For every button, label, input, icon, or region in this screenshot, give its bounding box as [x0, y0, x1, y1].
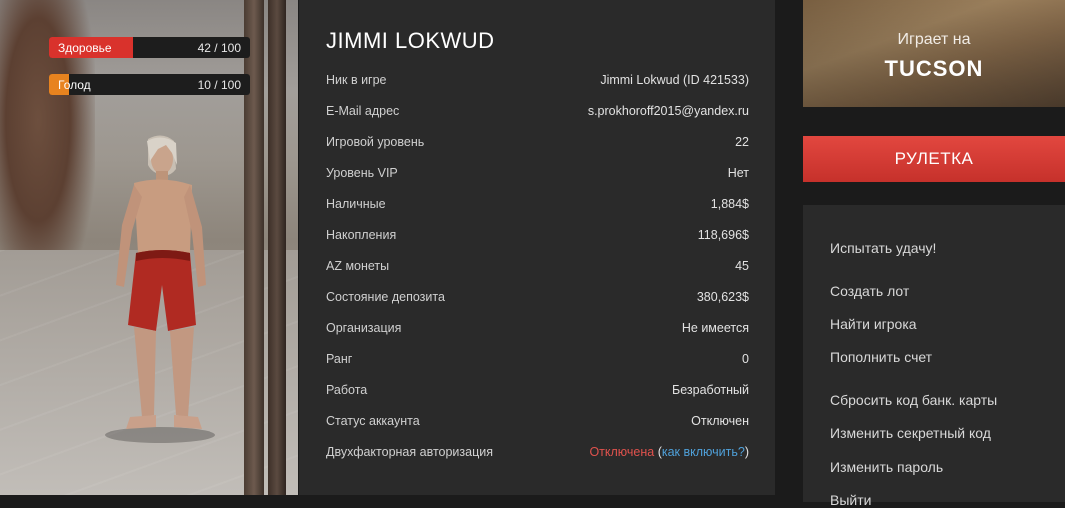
profile-row: Статус аккаунта Отключен	[326, 414, 749, 434]
row-label: Уровень VIP	[326, 166, 398, 180]
profile-row: Состояние депозита 380,623$	[326, 290, 749, 310]
row-value: Не имеется	[681, 321, 749, 335]
row-value: s.prokhoroff2015@yandex.ru	[587, 104, 749, 118]
menu-item-find-player[interactable]: Найти игрока	[830, 316, 917, 332]
roulette-button[interactable]: РУЛЕТКА	[803, 136, 1065, 182]
menu-item-logout[interactable]: Выйти	[830, 492, 871, 508]
twofa-status: Отключена	[589, 445, 655, 459]
account-menu: Испытать удачу! Создать лот Найти игрока…	[803, 205, 1065, 508]
row-label: Двухфакторная авторизация	[326, 445, 494, 459]
row-label: Наличные	[326, 197, 386, 211]
hunger-bar: Голод 10 / 100	[49, 74, 250, 95]
menu-item-create-lot[interactable]: Создать лот	[830, 283, 909, 299]
paren-open: (	[654, 445, 662, 459]
row-label: Работа	[326, 383, 368, 397]
profile-row: Наличные 1,884$	[326, 197, 749, 217]
character-preview: Здоровье 42 / 100 Голод 10 / 100	[0, 0, 298, 500]
row-label: AZ монеты	[326, 259, 390, 273]
health-label: Здоровье	[58, 41, 112, 55]
profile-row: Накопления 118,696$	[326, 228, 749, 248]
profile-row: Уровень VIP Нет	[326, 166, 749, 186]
row-value: 380,623$	[696, 290, 749, 304]
twofa-value: Отключена (как включить?)	[589, 445, 749, 465]
row-label: Состояние депозита	[326, 290, 445, 304]
row-label: Ник в игре	[326, 73, 387, 87]
row-value: 22	[735, 135, 749, 149]
row-label: Игровой уровень	[326, 135, 425, 149]
menu-item-change-secret-code[interactable]: Изменить секретный код	[830, 425, 991, 441]
menu-item-try-luck[interactable]: Испытать удачу!	[830, 240, 936, 256]
profile-panel: JIMMI LOKWUD Ник в игре Jimmi Lokwud (ID…	[299, 0, 775, 495]
panel-bottom-gap	[0, 495, 776, 502]
paren-close: )	[744, 445, 749, 459]
twofa-row: Двухфакторная авторизация Отключена (как…	[326, 445, 749, 465]
row-label: Статус аккаунта	[326, 414, 420, 428]
row-value: Jimmi Lokwud (ID 421533)	[600, 73, 749, 87]
menu-item-reset-card-code[interactable]: Сбросить код банк. карты	[830, 392, 997, 408]
lamp-pole	[268, 0, 286, 500]
how-to-enable-link[interactable]: как включить?	[662, 445, 745, 459]
row-label: Организация	[326, 321, 402, 335]
row-label: E-Mail адрес	[326, 104, 400, 118]
row-value: 1,884$	[710, 197, 749, 211]
profile-row: Работа Безработный	[326, 383, 749, 403]
row-value: 118,696$	[697, 228, 749, 242]
hunger-value: 10 / 100	[197, 78, 241, 92]
health-value: 42 / 100	[197, 41, 241, 55]
profile-row: Игровой уровень 22	[326, 135, 749, 155]
profile-row: Ранг 0	[326, 352, 749, 372]
row-value: Отключен	[691, 414, 749, 428]
profile-row: Ник в игре Jimmi Lokwud (ID 421533)	[326, 73, 749, 93]
row-value: Нет	[727, 166, 749, 180]
character-model	[105, 135, 215, 443]
profile-title: JIMMI LOKWUD	[326, 28, 495, 53]
row-value: 45	[735, 259, 749, 273]
row-value: 0	[742, 352, 749, 366]
server-banner: Играет на TUCSON	[803, 0, 1065, 107]
row-value: Безработный	[672, 383, 749, 397]
profile-row: Организация Не имеется	[326, 321, 749, 341]
row-label: Ранг	[326, 352, 353, 366]
health-bar: Здоровье 42 / 100	[49, 37, 250, 58]
menu-item-top-up[interactable]: Пополнить счет	[830, 349, 932, 365]
row-label: Накопления	[326, 228, 397, 242]
server-name: TUCSON	[884, 56, 984, 81]
plays-on-label: Играет на	[897, 31, 971, 48]
hunger-label: Голод	[58, 78, 91, 92]
menu-item-change-password[interactable]: Изменить пароль	[830, 459, 943, 475]
profile-row: E-Mail адрес s.prokhoroff2015@yandex.ru	[326, 104, 749, 124]
profile-row: AZ монеты 45	[326, 259, 749, 279]
